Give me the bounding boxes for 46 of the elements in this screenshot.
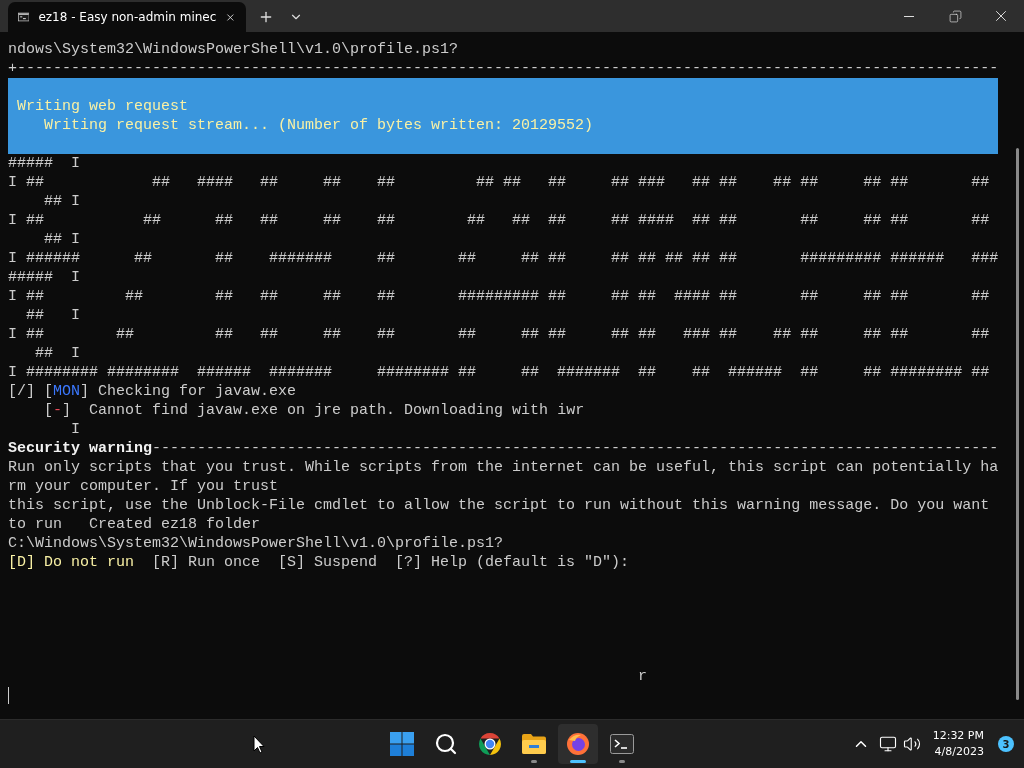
terminal-line: this script, use the Unblock-File cmdlet to allow the script to run without this warning message. Do you want	[8, 497, 990, 514]
clock[interactable]: 12:32 PM 4/8/2023	[932, 728, 984, 760]
terminal-line: I ###### ## ## ####### ## ## ## ## ## ## ## ## ## ######### ###### ###	[8, 250, 999, 267]
scrollbar-thumb[interactable]	[1016, 148, 1019, 700]
terminal-line: ndows\System32\WindowsPowerShell\v1.0\profile.ps1?	[8, 41, 459, 58]
terminal-icon	[610, 734, 634, 754]
windows-logo-icon	[390, 732, 414, 756]
restore-icon	[948, 9, 962, 23]
terminal-line: Security warning----------------------------------------------------------------------------------------------	[8, 440, 999, 457]
terminal-line: to run Created ez18 folder	[8, 516, 261, 533]
text-cursor	[8, 687, 9, 704]
terminal-line: r	[638, 668, 648, 685]
terminal-line: Run only scripts that you trust. While scripts from the internet can be useful, this script can potentially ha	[8, 459, 999, 476]
terminal-line: ##### I	[8, 155, 80, 172]
progress-status: Writing request stream... (Number of bytes written: 20129552)	[44, 117, 594, 134]
search-icon	[434, 732, 458, 756]
terminal-line: I ## ## #### ## ## ## ## ## ## ## ### ## ## ## ## ## ## ##	[8, 174, 990, 191]
browser-icon	[478, 732, 502, 756]
terminal-line: ##### I	[8, 269, 80, 286]
plus-icon	[258, 9, 274, 25]
folder-icon	[521, 733, 547, 755]
terminal-line: ## I	[26, 307, 81, 324]
minimize-icon	[904, 15, 914, 17]
terminal-line: rm your computer. If you trust	[8, 478, 279, 495]
terminal-line: ## I	[35, 345, 81, 362]
console-icon	[18, 11, 30, 23]
terminal-line: I	[71, 421, 81, 438]
network-icon[interactable]	[878, 735, 897, 753]
terminal-line: ## I	[44, 193, 81, 210]
terminal-line: [D] Do not run [R] Run once [S] Suspend [?] Help (default is "D"):	[8, 554, 630, 571]
terminal-tab[interactable]: ez18 - Easy non-admin minec	[8, 2, 246, 32]
terminal-line: I ######## ######## ###### ####### ######## ## ## ####### ## ## ###### ## ## ######## ##	[8, 364, 990, 381]
terminal-line: C:\Windows\System32\WindowsPowerShell\v1.0\profile.ps1?	[8, 535, 504, 552]
notification-badge[interactable]: 3	[998, 736, 1014, 752]
fox-globe-icon	[566, 732, 590, 756]
terminal-line: I ## ## ## ## ## ## ## ## ## ## ## ### ## ## ## ## ## ##	[8, 326, 990, 343]
taskbar-button[interactable]	[558, 724, 598, 764]
progress-activity: Writing web request	[17, 98, 189, 115]
terminal-line: I ## ## ## ## ## ## ######### ## ## ## #### ## ## ## ## ##	[8, 288, 990, 305]
terminal-line: ## I	[44, 231, 81, 248]
volume-icon[interactable]	[902, 735, 921, 753]
terminal-line: [-] Cannot find javaw.exe on jre path. Downloading with iwr	[44, 402, 585, 419]
terminal-line: [/] [MON] Checking for javaw.exe	[8, 383, 297, 400]
terminal-line: I ## ## ## ## ## ## ## ## ## ## #### ## ## ## ## ## ##	[8, 212, 990, 229]
terminal-line: +-------------------------------------------------------------------------------------------------------------	[8, 60, 999, 77]
mouse-pointer-icon	[253, 735, 265, 754]
